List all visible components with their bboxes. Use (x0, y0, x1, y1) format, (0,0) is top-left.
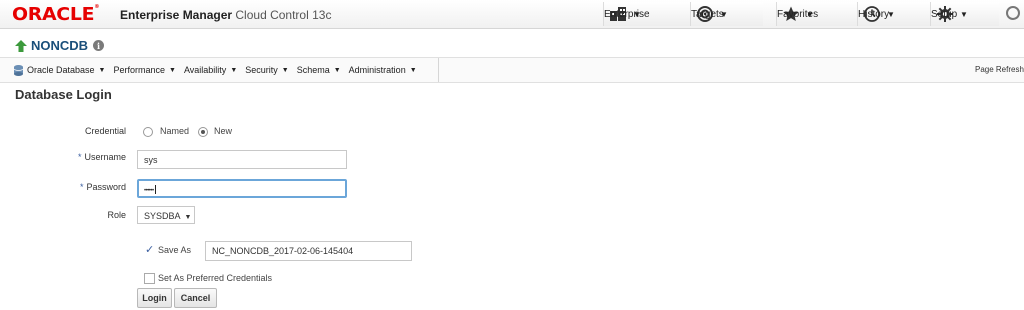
chevron-down-icon: ▼ (281, 66, 289, 74)
chevron-down-icon: ▼ (230, 66, 238, 74)
credential-new-label: New (214, 126, 233, 136)
preferred-credentials-checkbox[interactable] (144, 273, 155, 284)
password-label: * Password (79, 182, 126, 192)
menu-administration[interactable]: Administration ▼ (349, 65, 417, 75)
target-header: NONCDB i (15, 38, 105, 53)
chevron-down-icon: ▼ (409, 66, 417, 74)
menu-security[interactable]: Security ▼ (245, 65, 288, 75)
menu-performance[interactable]: Performance ▼ (113, 65, 175, 75)
role-label: Role (107, 210, 126, 220)
required-indicator: * (77, 152, 82, 162)
credential-named-radio[interactable] (143, 127, 153, 137)
required-indicator: * (79, 182, 84, 192)
enterprise-menu[interactable]: Enterprise ▼ (603, 2, 690, 26)
menu-schema[interactable]: Schema ▼ (297, 65, 341, 75)
status-up-icon (15, 39, 27, 52)
login-button[interactable]: Login (137, 288, 172, 308)
credential-label: Credential (84, 126, 126, 136)
oracle-logo: ORACLE® (12, 4, 100, 25)
text-cursor (154, 185, 156, 195)
menu-oracle-database[interactable]: Oracle Database ▼ (14, 64, 106, 76)
save-as-label: Save As (158, 245, 192, 255)
chevron-down-icon: ▼ (960, 9, 968, 19)
setup-menu[interactable]: Setup ▼ (930, 2, 999, 26)
cancel-button[interactable]: Cancel (174, 288, 217, 308)
save-as-checkbox-checked-icon[interactable]: ✓ (145, 243, 154, 256)
chevron-down-icon: ▼ (98, 66, 106, 74)
credential-named-label: Named (160, 126, 190, 136)
chevron-down-icon: ▼ (184, 214, 192, 221)
chevron-down-icon: ▼ (333, 66, 341, 74)
username-field[interactable]: sys (137, 150, 347, 169)
product-name: Enterprise Manager Cloud Control 13c (120, 8, 332, 22)
info-icon[interactable]: i (93, 40, 105, 51)
username-label: * Username (77, 152, 126, 162)
history-menu[interactable]: History ▼ (857, 2, 930, 26)
credential-new-radio[interactable] (198, 127, 208, 137)
target-name[interactable]: NONCDB (31, 38, 88, 53)
global-header: ORACLE® Enterprise Manager Cloud Control… (0, 0, 1024, 29)
menubar-divider (438, 58, 439, 82)
page-refresh-link[interactable]: Page Refresh (975, 65, 1024, 74)
preferred-credentials-label: Set As Preferred Credentials (158, 273, 273, 283)
chevron-down-icon: ▼ (169, 66, 176, 74)
password-field[interactable]: •••••• (137, 179, 347, 198)
page-title: Database Login (15, 87, 112, 102)
save-as-field[interactable]: NC_NONCDB_2017-02-06-145404 (205, 241, 412, 261)
favorites-menu[interactable]: Favorites ▼ (776, 2, 857, 26)
role-select[interactable]: SYSDBA ▼ (137, 206, 195, 224)
search-icon[interactable] (1006, 6, 1020, 20)
menu-availability[interactable]: Availability ▼ (184, 65, 237, 75)
target-menubar: Oracle Database ▼ Performance ▼ Availabili… (0, 57, 1024, 83)
targets-menu[interactable]: Targets ▼ (690, 2, 763, 26)
database-icon (14, 64, 23, 76)
